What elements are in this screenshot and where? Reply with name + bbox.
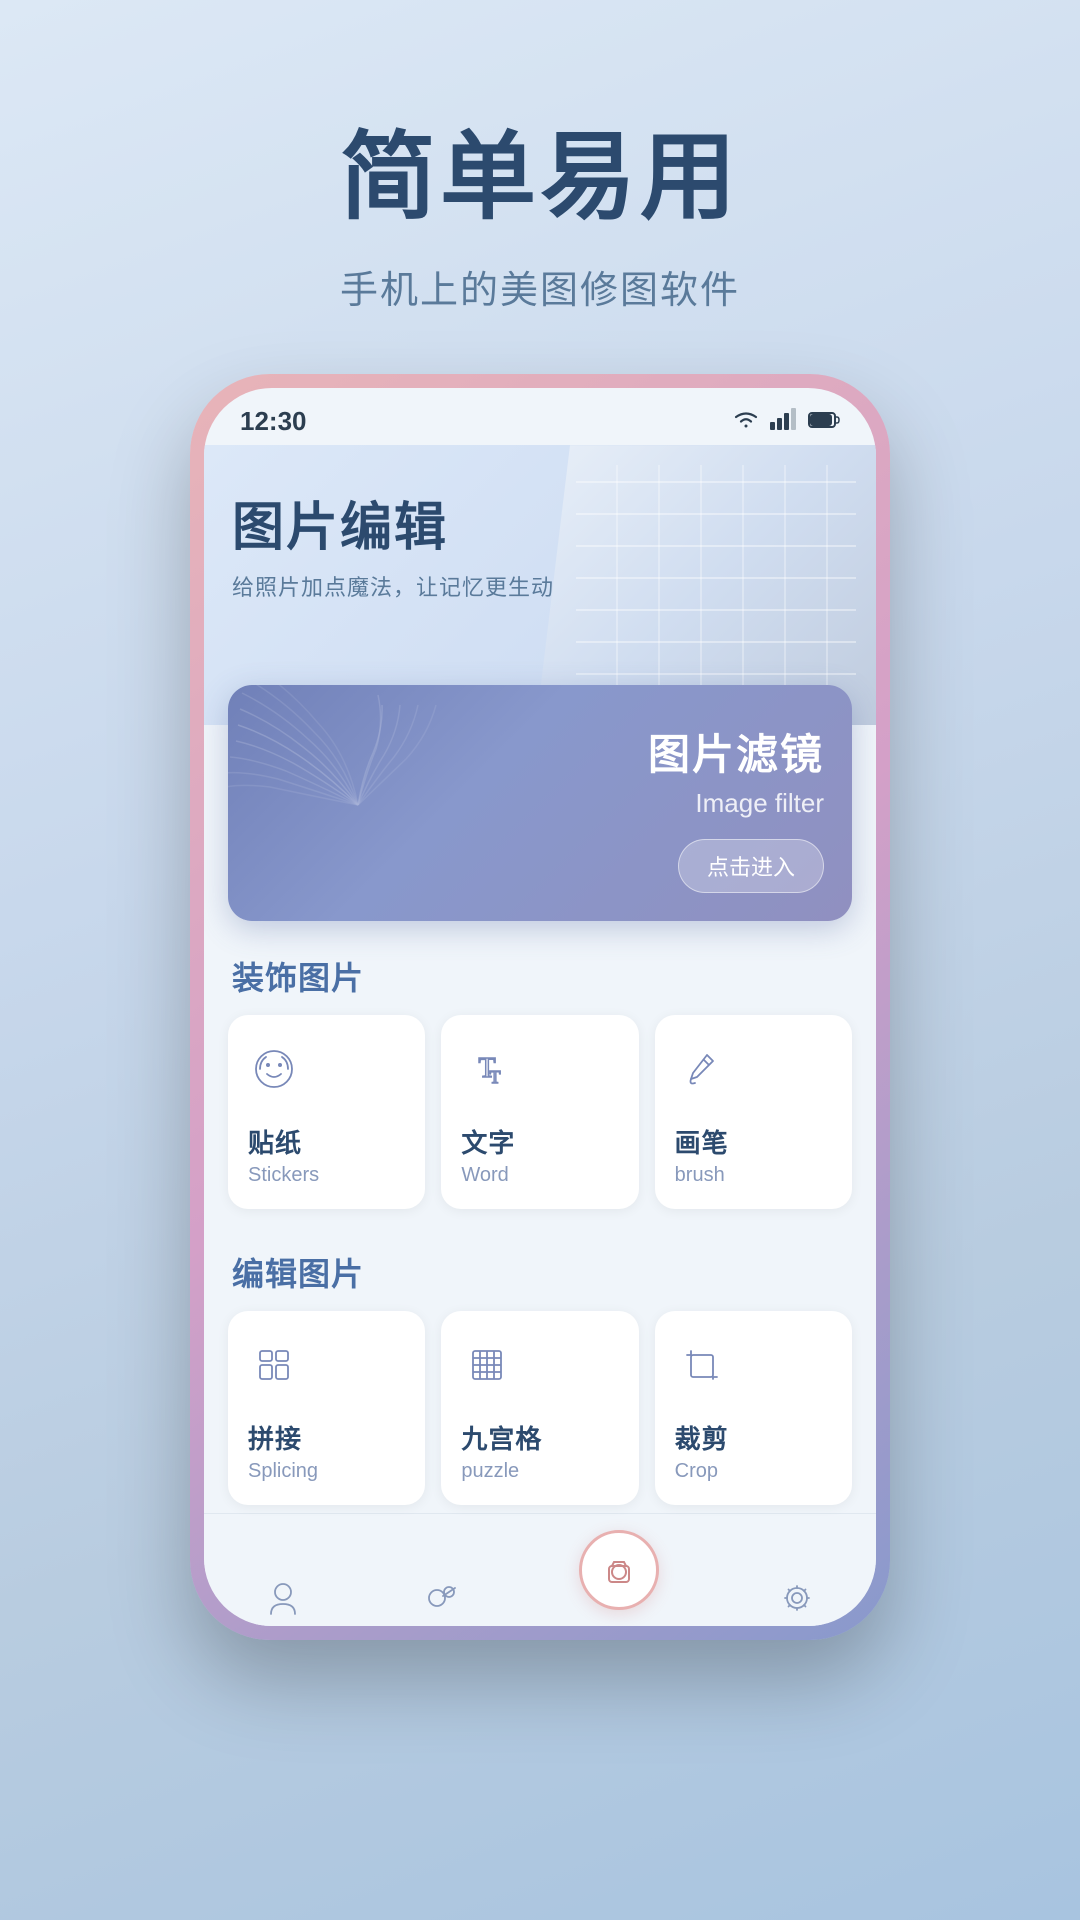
filter-card[interactable]: 图片滤镜 Image filter 点击进入 (228, 685, 852, 921)
feature-card-brush[interactable]: 画笔 brush (655, 1015, 852, 1209)
nav-item-settings[interactable] (777, 1578, 817, 1618)
brush-name-en: brush (675, 1164, 725, 1187)
splice-name-en: Splicing (248, 1460, 318, 1483)
filter-card-title: 图片滤镜 (256, 721, 824, 782)
edit-section-title: 编辑图片 (204, 1217, 876, 1311)
status-bar: 12:30 (204, 388, 876, 445)
signal-icon (770, 408, 798, 436)
filter-card-button[interactable]: 点击进入 (678, 839, 824, 893)
puzzle-name-en: puzzle (461, 1460, 519, 1483)
nav-item-video[interactable] (421, 1578, 461, 1618)
brush-name-zh: 画笔 (675, 1123, 729, 1160)
bottom-navigation (204, 1513, 876, 1626)
text-name-zh: 文字 (461, 1123, 515, 1160)
svg-text:T: T (490, 1067, 501, 1087)
sticker-name-en: Stickers (248, 1164, 319, 1187)
hero-subtitle: 手机上的美图修图软件 (340, 259, 740, 314)
hero-title: 简单易用 (340, 120, 740, 235)
feature-card-puzzle[interactable]: 九宫格 puzzle (441, 1311, 638, 1505)
sticker-name-zh: 贴纸 (248, 1123, 302, 1160)
app-banner: 图片编辑 给照片加点魔法，让记忆更生动 (204, 445, 876, 725)
status-time: 12:30 (240, 406, 307, 437)
text-name-en: Word (461, 1164, 508, 1187)
feature-card-text[interactable]: T T 文字 Word (441, 1015, 638, 1209)
phone-inner: 12:30 (204, 388, 876, 1626)
hero-section: 简单易用 手机上的美图修图软件 (340, 120, 740, 314)
puzzle-name-zh: 九宫格 (461, 1419, 542, 1456)
edit-feature-grid: 拼接 Splicing (204, 1311, 876, 1513)
feature-card-sticker[interactable]: 贴纸 Stickers (228, 1015, 425, 1209)
phone-mockup: 12:30 (190, 374, 890, 1640)
crop-icon (675, 1339, 727, 1391)
banner-building-details (576, 465, 856, 705)
battery-icon (808, 409, 840, 435)
brush-icon (675, 1043, 727, 1095)
puzzle-icon (461, 1339, 513, 1391)
splice-icon (248, 1339, 300, 1391)
sticker-icon (248, 1043, 300, 1095)
decorate-feature-grid: 贴纸 Stickers T T 文字 Word (204, 1015, 876, 1217)
crop-name-zh: 裁剪 (675, 1419, 729, 1456)
wifi-icon (732, 408, 760, 436)
banner-desc: 给照片加点魔法，让记忆更生动 (232, 570, 554, 602)
status-icons (732, 408, 840, 436)
banner-title: 图片编辑 (232, 485, 554, 560)
splice-name-zh: 拼接 (248, 1419, 302, 1456)
banner-text: 图片编辑 给照片加点魔法，让记忆更生动 (232, 485, 554, 602)
decorate-section-title: 装饰图片 (204, 921, 876, 1015)
filter-card-content: 图片滤镜 Image filter 点击进入 (256, 721, 824, 893)
feature-card-splice[interactable]: 拼接 Splicing (228, 1311, 425, 1505)
feature-card-crop[interactable]: 裁剪 Crop (655, 1311, 852, 1505)
nav-center-camera-button[interactable] (579, 1530, 659, 1610)
crop-name-en: Crop (675, 1460, 718, 1483)
text-icon: T T (461, 1043, 513, 1095)
phone-frame: 12:30 (190, 374, 890, 1640)
nav-item-home[interactable] (263, 1578, 303, 1618)
filter-card-subtitle: Image filter (256, 788, 824, 819)
